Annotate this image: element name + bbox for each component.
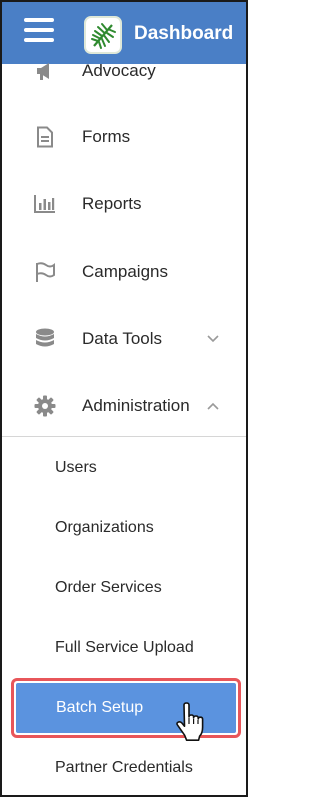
megaphone-icon xyxy=(34,60,56,82)
submenu-item-full-service-upload[interactable]: Full Service Upload xyxy=(2,622,246,674)
nav-item-data-tools[interactable]: Data Tools xyxy=(2,309,246,369)
database-icon xyxy=(34,328,56,350)
divider xyxy=(2,436,246,437)
nav-item-advocacy[interactable]: Advocacy xyxy=(2,41,246,101)
nav-label-forms: Forms xyxy=(82,127,131,146)
nav-label-advocacy: Advocacy xyxy=(82,61,156,80)
nav-label-administration: Administration xyxy=(82,396,190,415)
submenu-item-organizations[interactable]: Organizations xyxy=(2,502,246,554)
submenu-label-organizations: Organizations xyxy=(55,519,154,536)
flag-icon xyxy=(34,261,56,283)
submenu-item-users[interactable]: Users xyxy=(2,442,246,494)
hand-pointer-icon xyxy=(176,702,204,741)
submenu-item-batch-setup[interactable]: Batch Setup xyxy=(11,678,241,738)
nav-label-data-tools: Data Tools xyxy=(82,329,163,348)
submenu-label-users: Users xyxy=(55,459,97,476)
nav-item-forms[interactable]: Forms xyxy=(2,107,246,167)
nav-label-campaigns: Campaigns xyxy=(82,262,168,281)
submenu-label-order-services: Order Services xyxy=(55,579,162,596)
submenu-label-full-service-upload: Full Service Upload xyxy=(55,639,194,656)
chevron-down-icon[interactable] xyxy=(206,332,220,346)
bar-chart-icon xyxy=(34,193,56,215)
nav-label-reports: Reports xyxy=(82,194,142,213)
nav-item-administration[interactable]: Administration xyxy=(2,376,246,436)
chevron-up-icon[interactable] xyxy=(206,399,220,413)
nav-item-reports[interactable]: Reports xyxy=(2,174,246,234)
gear-icon xyxy=(34,395,56,417)
document-icon xyxy=(34,126,56,148)
submenu-label-partner-credentials: Partner Credentials xyxy=(55,759,193,776)
nav-item-campaigns[interactable]: Campaigns xyxy=(2,242,246,302)
sidebar-window: Dashboard Advocacy Forms Reports Campaig… xyxy=(0,0,248,797)
submenu-label-batch-setup: Batch Setup xyxy=(56,699,144,716)
hamburger-menu-icon[interactable] xyxy=(24,18,54,42)
submenu-item-partner-credentials[interactable]: Partner Credentials xyxy=(2,742,246,794)
submenu-item-order-services[interactable]: Order Services xyxy=(2,562,246,614)
